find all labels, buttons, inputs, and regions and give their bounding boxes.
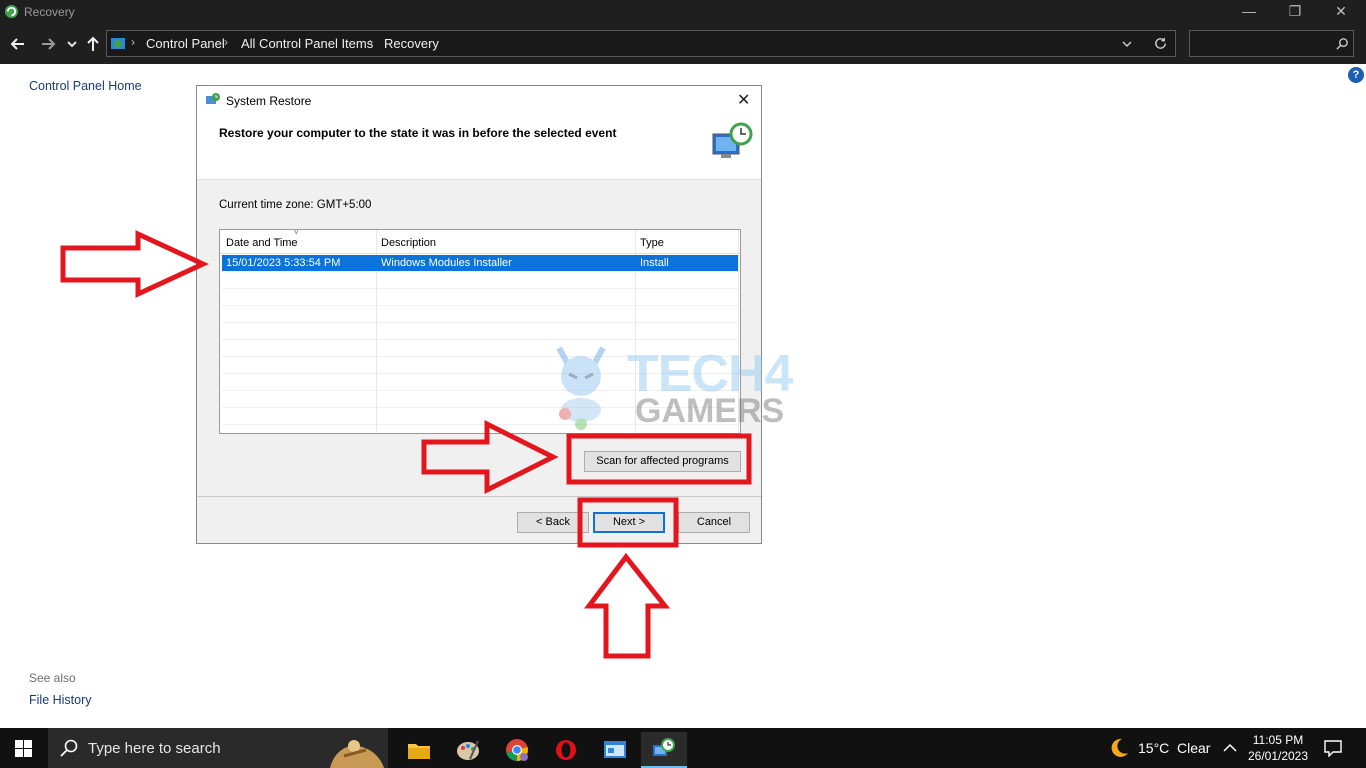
- search-icon: [1336, 38, 1348, 50]
- show-hidden-icons-chevron-icon[interactable]: [1222, 741, 1238, 755]
- watermark-text-gamers: GAMERS: [635, 392, 785, 430]
- window-title: Recovery: [24, 5, 75, 19]
- column-header-description[interactable]: Description: [381, 237, 436, 249]
- file-history-link[interactable]: File History: [29, 693, 92, 707]
- control-panel-icon: [111, 38, 125, 49]
- address-dropdown-chevron-icon[interactable]: [1121, 38, 1133, 50]
- system-restore-dialog: System Restore ✕ Restore your computer t…: [196, 85, 762, 544]
- next-button[interactable]: Next >: [593, 512, 665, 533]
- up-arrow-icon[interactable]: [83, 34, 103, 54]
- column-header-date-time[interactable]: Date and Time: [226, 237, 298, 249]
- taskbar: Type here to search 15°C Clear 11:05 PM …: [0, 728, 1366, 768]
- red-arrow-up-to-next: [583, 552, 671, 659]
- watermark: TECH4 GAMERS: [545, 340, 825, 432]
- empty-row: [222, 323, 738, 340]
- row-type: Install: [640, 257, 669, 269]
- file-explorer-taskbar-button[interactable]: [396, 732, 442, 768]
- paint-palette-icon: [457, 740, 479, 760]
- empty-row: [222, 272, 738, 289]
- help-icon[interactable]: ?: [1348, 67, 1364, 83]
- column-header-type[interactable]: Type: [640, 237, 664, 249]
- taskbar-search-placeholder: Type here to search: [88, 740, 221, 757]
- windows-start-icon[interactable]: [15, 740, 32, 757]
- current-time-zone-label: Current time zone: GMT+5:00: [219, 199, 372, 211]
- breadcrumb-recovery[interactable]: Recovery: [384, 36, 439, 51]
- notification-center-icon[interactable]: [1324, 739, 1342, 757]
- weather-temperature[interactable]: 15°C: [1138, 740, 1169, 756]
- control-panel-taskbar-button[interactable]: [592, 732, 638, 768]
- sort-indicator-icon: ˅: [294, 228, 299, 237]
- maximize-button[interactable]: ❐: [1272, 0, 1318, 24]
- forward-arrow-icon[interactable]: [38, 34, 58, 54]
- breadcrumb-separator-icon: ›: [369, 35, 373, 49]
- recent-locations-chevron-icon[interactable]: [62, 34, 82, 54]
- breadcrumb-separator-icon: ›: [224, 35, 228, 49]
- back-button[interactable]: < Back: [517, 512, 589, 533]
- list-header: Date and Time ˅ Description Type: [220, 228, 740, 254]
- recovery-app-icon: [4, 4, 19, 19]
- empty-row: [222, 289, 738, 306]
- red-arrow-right-to-row: [60, 230, 209, 298]
- paint-taskbar-button[interactable]: [445, 732, 491, 768]
- search-input[interactable]: [1189, 30, 1354, 57]
- back-arrow-icon[interactable]: [8, 34, 28, 54]
- dialog-heading: Restore your computer to the state it wa…: [219, 126, 617, 140]
- dialog-footer-divider: [197, 496, 761, 497]
- chrome-icon: [506, 739, 528, 761]
- weather-condition[interactable]: Clear: [1177, 740, 1210, 756]
- breadcrumb-control-panel[interactable]: Control Panel: [146, 36, 225, 51]
- opera-icon: [556, 740, 576, 760]
- empty-row: [222, 306, 738, 323]
- moon-weather-icon[interactable]: [1108, 737, 1130, 759]
- chrome-taskbar-button[interactable]: [494, 732, 540, 768]
- folder-icon: [408, 744, 430, 759]
- cancel-button[interactable]: Cancel: [678, 512, 750, 533]
- see-also-label: See also: [29, 671, 76, 685]
- dialog-header: System Restore ✕ Restore your computer t…: [197, 86, 761, 180]
- opera-taskbar-button[interactable]: [543, 732, 589, 768]
- control-panel-home-link[interactable]: Control Panel Home: [29, 79, 142, 93]
- taskbar-search-box[interactable]: Type here to search: [48, 728, 388, 768]
- scan-affected-programs-button[interactable]: Scan for affected programs: [584, 451, 741, 472]
- system-restore-icon: [206, 93, 220, 104]
- breadcrumb-all-items[interactable]: All Control Panel Items: [241, 36, 373, 51]
- restore-computer-clock-icon: [712, 122, 753, 158]
- table-row[interactable]: 15/01/2023 5:33:54 PM Windows Modules In…: [222, 255, 738, 272]
- control-panel-window-icon: [604, 741, 626, 758]
- row-date-time: 15/01/2023 5:33:54 PM: [226, 257, 341, 269]
- system-restore-icon: [653, 738, 675, 756]
- clock-date: 26/01/2023: [1247, 749, 1309, 763]
- address-bar[interactable]: › Control Panel › All Control Panel Item…: [106, 30, 1176, 57]
- window-titlebar: Recovery — ❐ ✕: [0, 0, 1366, 24]
- close-window-button[interactable]: ✕: [1318, 0, 1364, 24]
- search-highlight-illustration-icon: [330, 740, 384, 768]
- taskbar-clock[interactable]: 11:05 PM 26/01/2023: [1240, 732, 1316, 764]
- clock-time: 11:05 PM: [1252, 733, 1304, 747]
- dialog-close-button[interactable]: ✕: [737, 90, 750, 110]
- row-description: Windows Modules Installer: [381, 257, 512, 269]
- breadcrumb-separator-icon: ›: [131, 35, 135, 49]
- mascot-logo-icon: [556, 346, 606, 430]
- refresh-icon[interactable]: [1153, 36, 1168, 51]
- dialog-title: System Restore: [226, 94, 312, 108]
- minimize-button[interactable]: —: [1226, 0, 1272, 24]
- search-icon: [60, 739, 78, 757]
- system-restore-taskbar-button[interactable]: [641, 732, 687, 768]
